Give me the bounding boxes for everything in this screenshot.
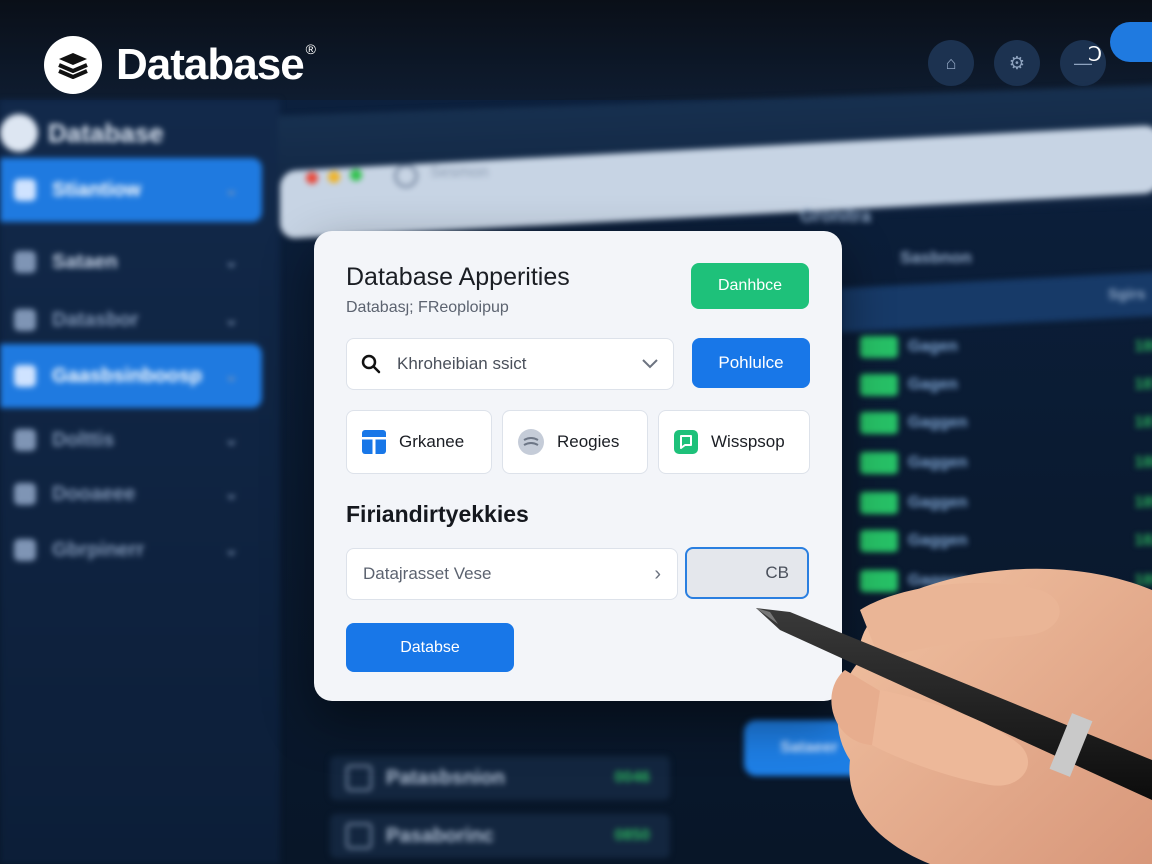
sidebar-item-icon	[14, 539, 36, 561]
table-row: Gaggen 1888	[790, 446, 1152, 480]
sidebar-item: Dooaeee ⌄	[0, 462, 262, 526]
table-row: Gaggen 1828	[790, 524, 1152, 558]
green-action-button[interactable]: Danhbce	[691, 263, 809, 309]
dataset-field[interactable]: Datajrasset Vese ›	[346, 548, 678, 600]
background-bottom-list: Patasbsnion 0046 Pasaborinc 0850	[330, 750, 690, 864]
sidebar-item-icon	[14, 179, 36, 201]
tile-label: Wisspsop	[711, 432, 785, 451]
chevron-down-icon: ⌄	[224, 542, 238, 559]
table-row: Gaggen 1898	[790, 486, 1152, 520]
chevron-down-icon[interactable]	[641, 358, 659, 370]
background-top-pill	[1110, 22, 1152, 62]
search-select[interactable]	[346, 338, 674, 390]
chevron-down-icon: ⌄	[224, 486, 238, 503]
chevron-right-icon: ›	[654, 562, 661, 585]
status-pill	[860, 412, 898, 434]
background-button: Sataeer	[744, 720, 874, 776]
chevron-down-icon: ⌄	[224, 254, 238, 271]
sidebar-item-icon	[14, 309, 36, 331]
status-pill	[860, 374, 898, 396]
status-pill	[860, 452, 898, 474]
search-icon	[361, 354, 381, 374]
chat-icon	[674, 430, 698, 454]
search-icon	[394, 164, 418, 188]
sidebar-brand: Database	[0, 114, 164, 152]
background-table: Gagen 1808 Gagen 1878 Gaggen 1878 Gaggen…	[790, 200, 1152, 620]
arrow-icon	[14, 251, 36, 273]
sidebar-item-icon	[14, 365, 36, 387]
background-sidebar: Database Stiantiow ⌄ Sataen ⌄ Datasbor ⌄…	[0, 100, 280, 864]
blue-action-button[interactable]: Pohlulce	[692, 338, 810, 388]
table-row: Gagen 1808	[790, 330, 1152, 364]
database-icon	[362, 430, 386, 454]
code-input-box[interactable]: CB	[685, 547, 809, 599]
card-title: Database Apperities	[346, 263, 570, 291]
list-item: Patasbsnion 0046	[330, 756, 670, 800]
sidebar-item: Datasbor ⌄	[0, 288, 262, 352]
option-tile[interactable]: Wisspsop	[658, 410, 810, 474]
background-toolbar: ⌂ ⚙ —	[928, 40, 1106, 86]
sidebar-item: Sataen ⌄	[0, 230, 262, 294]
sidebar-item: Stiantiow ⌄	[0, 158, 262, 222]
chevron-down-icon: ⌄	[224, 432, 238, 449]
sidebar-item: Gaasbsinboosp ⌄	[0, 344, 262, 408]
database-logo-icon	[44, 36, 102, 94]
brand-logo: Database ®	[44, 36, 328, 94]
chevron-down-icon: ⌄	[224, 368, 238, 385]
home-icon: ⌂	[928, 40, 974, 86]
tile-label: Reogies	[557, 432, 620, 451]
status-pill	[860, 492, 898, 514]
status-pill	[860, 570, 898, 592]
sidebar-item: Gbrpinerr ⌄	[0, 518, 262, 582]
brand-name: Database	[116, 40, 305, 89]
database-properties-card: Database Apperities Databasȷ; FReoploipu…	[314, 231, 842, 701]
option-tile[interactable]: Grkanee	[346, 410, 492, 474]
option-tile[interactable]: Reogies	[502, 410, 648, 474]
list-item-icon	[346, 823, 372, 849]
background-top-glyph: Ↄ	[1088, 44, 1103, 66]
card-subtitle: Databasȷ; FReoploipup	[346, 299, 509, 316]
search-input[interactable]	[395, 353, 619, 375]
code-box-text: CB	[765, 563, 789, 582]
table-row: Gaggen 1878	[790, 406, 1152, 440]
sidebar-item-icon	[14, 483, 36, 505]
layers-icon	[518, 429, 544, 455]
status-pill	[860, 336, 898, 358]
sidebar-logo-icon	[0, 114, 38, 152]
window-min-dot	[328, 171, 340, 183]
chevron-down-icon: ⌄	[224, 182, 238, 199]
primary-database-button[interactable]: Databse	[346, 623, 514, 672]
home-icon	[14, 429, 36, 451]
table-row: Gaggen 1890	[790, 564, 1152, 598]
chevron-down-icon: ⌄	[224, 312, 238, 329]
table-row: Gagen 1878	[790, 368, 1152, 402]
status-pill	[860, 530, 898, 552]
section-title: Firiandirtyekkies	[346, 501, 529, 527]
tile-label: Grkanee	[399, 432, 465, 451]
field-value: Datajrasset Vese	[363, 564, 492, 583]
registered-mark: ®	[305, 41, 316, 57]
list-item-icon	[346, 765, 372, 791]
list-item: Pasaborinc 0850	[330, 814, 670, 858]
window-max-dot	[350, 169, 362, 181]
window-close-dot	[306, 172, 318, 184]
settings-icon: ⚙	[994, 40, 1040, 86]
